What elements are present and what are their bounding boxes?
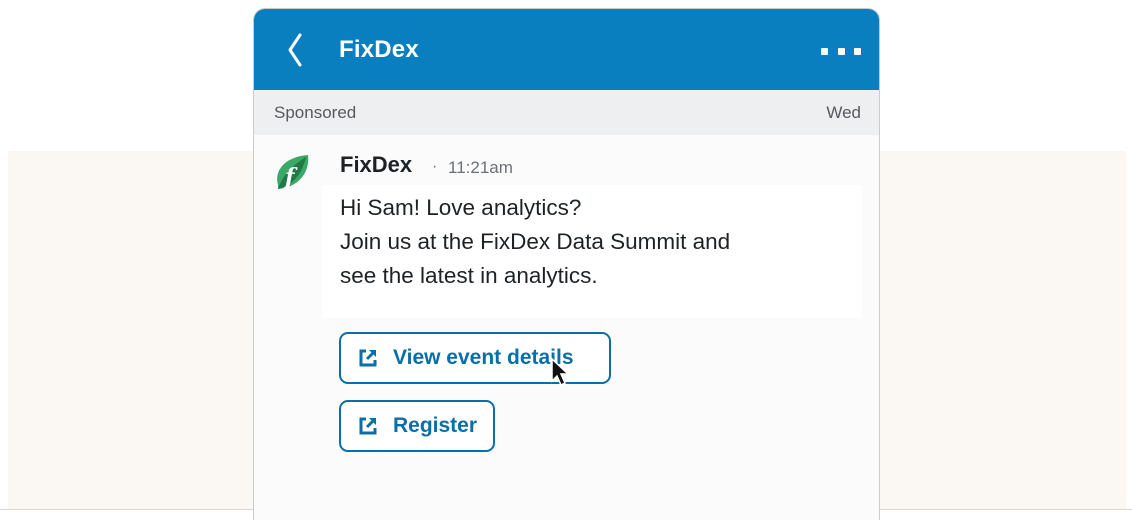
- back-button[interactable]: [280, 27, 314, 73]
- message-line: Join us at the FixDex Data Summit and: [340, 229, 731, 254]
- external-link-icon: [359, 349, 377, 367]
- more-options-button[interactable]: [821, 39, 861, 63]
- register-label: Register: [393, 414, 478, 437]
- message-line: Hi Sam! Love analytics?: [340, 195, 582, 220]
- view-event-details-label: View event details: [393, 346, 574, 369]
- more-options-icon: [854, 47, 861, 55]
- message-time: 11:21am: [448, 158, 513, 177]
- mouse-pointer-icon: [551, 357, 570, 387]
- register-button[interactable]: Register: [339, 400, 495, 452]
- message-panel: FixDex Sponsored Wed f FixDex · 11:21am …: [253, 8, 880, 520]
- fixdex-logo-icon: f: [277, 155, 309, 190]
- external-link-icon: [359, 417, 377, 435]
- header-title: FixDex: [339, 36, 419, 63]
- more-options-icon: [837, 47, 845, 55]
- more-options-icon: [821, 47, 828, 55]
- message-day: Wed: [826, 103, 861, 122]
- sponsored-bar: Sponsored Wed: [254, 90, 879, 135]
- app-header: FixDex: [254, 9, 879, 90]
- message-line: see the latest in analytics.: [340, 263, 598, 288]
- page: FixDex Sponsored Wed f FixDex · 11:21am …: [0, 0, 1132, 520]
- separator-dot: ·: [432, 158, 438, 175]
- sender-name: FixDex: [340, 152, 413, 177]
- message-body: Hi Sam! Love analytics? Join us at the F…: [322, 185, 862, 318]
- view-event-details-button[interactable]: View event details: [339, 332, 611, 384]
- sponsored-label: Sponsored: [274, 103, 357, 122]
- chevron-left-icon: [288, 33, 302, 67]
